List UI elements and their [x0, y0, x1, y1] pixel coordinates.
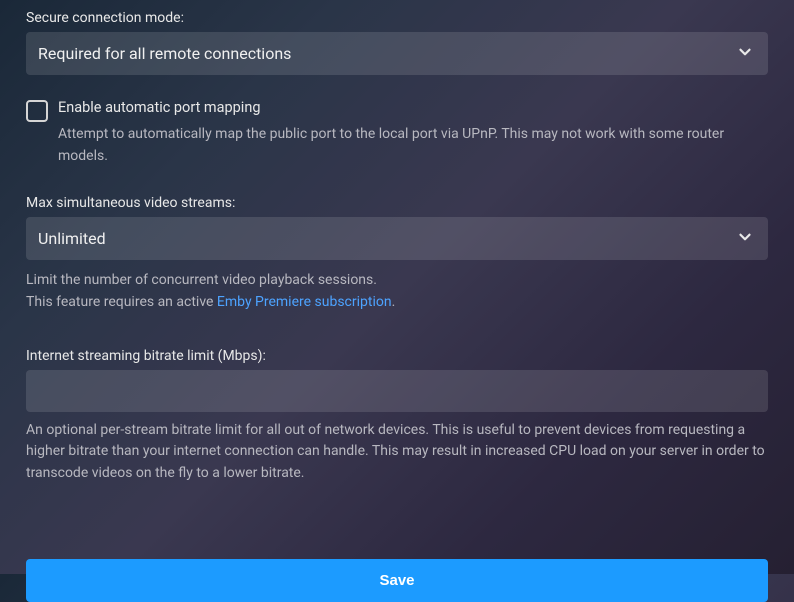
- max-streams-select[interactable]: Unlimited: [26, 217, 768, 260]
- secure-connection-value: Required for all remote connections: [38, 44, 291, 63]
- max-streams-select-wrapper: Unlimited: [26, 217, 768, 260]
- port-mapping-help: Attempt to automatically map the public …: [58, 124, 768, 167]
- bitrate-limit-label: Internet streaming bitrate limit (Mbps):: [26, 348, 768, 364]
- port-mapping-label: Enable automatic port mapping: [58, 99, 768, 116]
- max-streams-value: Unlimited: [38, 229, 106, 248]
- max-streams-label: Max simultaneous video streams:: [26, 195, 768, 211]
- max-streams-help1: Limit the number of concurrent video pla…: [26, 270, 768, 292]
- port-mapping-checkbox[interactable]: [26, 100, 48, 122]
- max-streams-help2-suffix: .: [392, 294, 396, 310]
- max-streams-help2-prefix: This feature requires an active: [26, 294, 217, 310]
- emby-premiere-link[interactable]: Emby Premiere subscription: [217, 294, 392, 310]
- max-streams-help2: This feature requires an active Emby Pre…: [26, 292, 768, 314]
- bitrate-limit-section: Internet streaming bitrate limit (Mbps):…: [26, 348, 768, 485]
- port-mapping-row: Enable automatic port mapping Attempt to…: [26, 99, 768, 167]
- bitrate-limit-input[interactable]: [26, 370, 768, 412]
- port-mapping-content: Enable automatic port mapping Attempt to…: [58, 99, 768, 167]
- secure-connection-label: Secure connection mode:: [26, 10, 768, 26]
- secure-connection-section: Secure connection mode: Required for all…: [26, 10, 768, 75]
- save-button[interactable]: Save: [26, 559, 768, 602]
- bitrate-limit-help: An optional per-stream bitrate limit for…: [26, 420, 768, 485]
- secure-connection-select-wrapper: Required for all remote connections: [26, 32, 768, 75]
- max-streams-section: Max simultaneous video streams: Unlimite…: [26, 195, 768, 313]
- secure-connection-select[interactable]: Required for all remote connections: [26, 32, 768, 75]
